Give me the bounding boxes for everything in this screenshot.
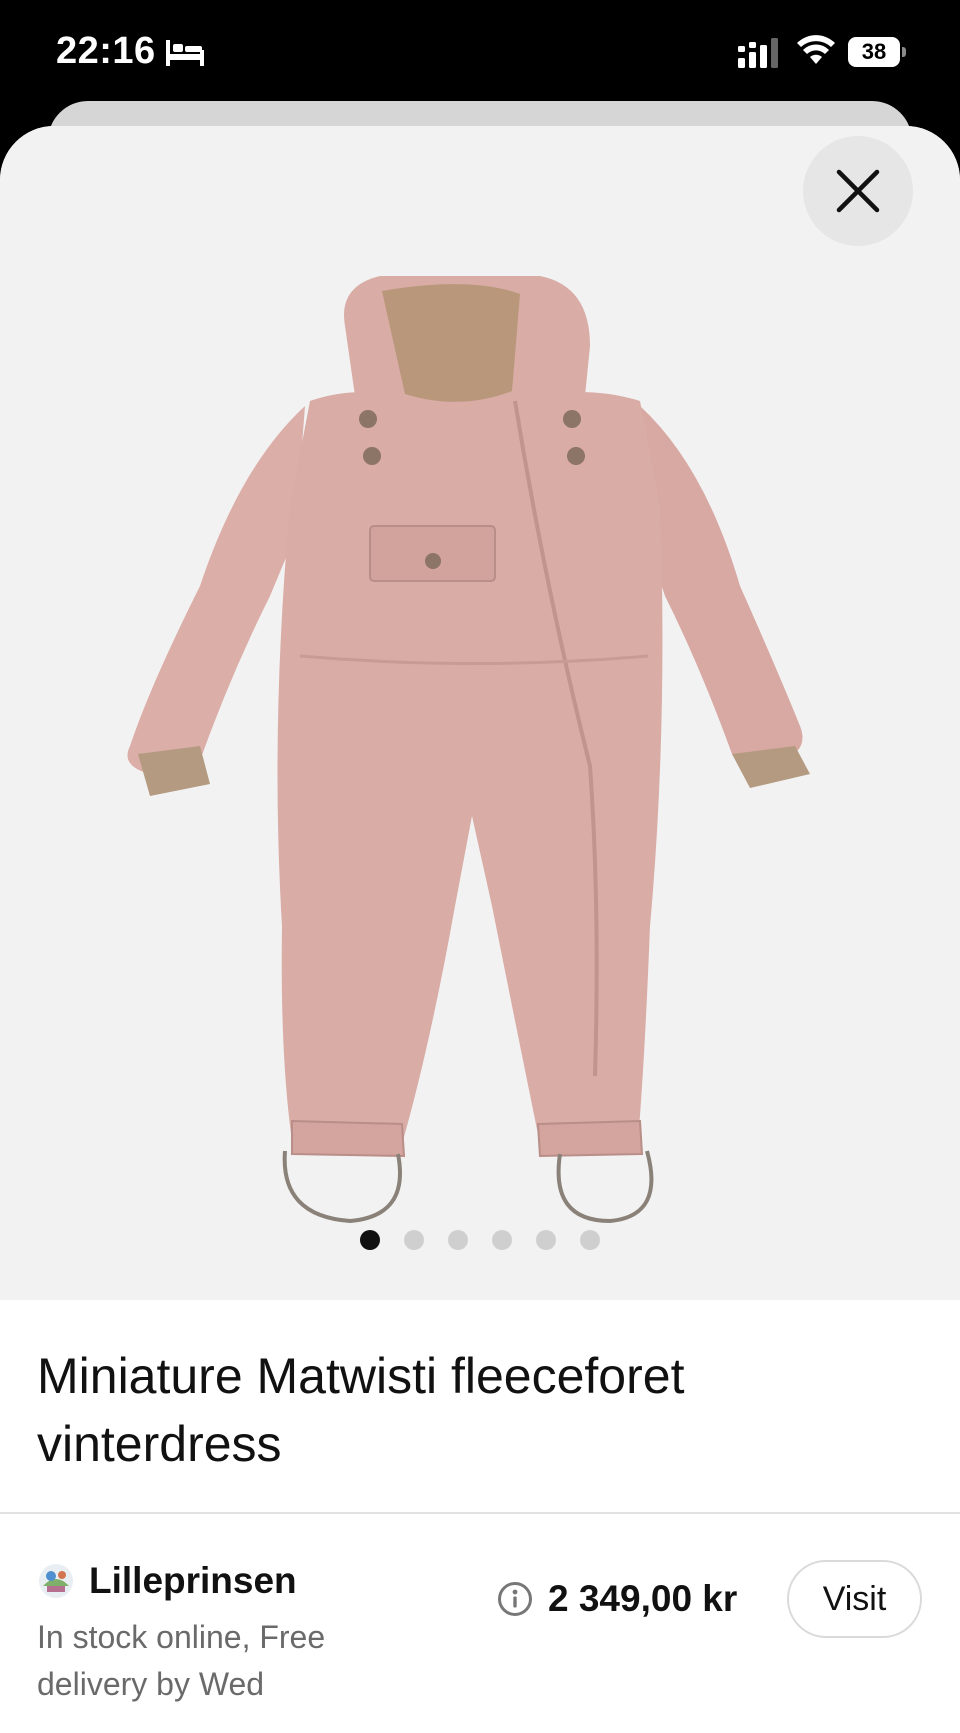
product-title: Miniature Matwisti fleeceforet vinterdre… xyxy=(37,1348,685,1472)
cellular-signal-icon xyxy=(738,38,778,68)
price: 2 349,00 kr xyxy=(548,1578,738,1619)
pager-dot[interactable] xyxy=(580,1230,600,1250)
divider xyxy=(0,1512,960,1514)
pager-dot[interactable] xyxy=(448,1230,468,1250)
battery-icon: 38 xyxy=(848,37,906,67)
pager-dot[interactable] xyxy=(536,1230,556,1250)
status-bar: 22:16 38 xyxy=(0,0,960,100)
close-button[interactable] xyxy=(803,136,913,246)
stock-status: In stock online, Free delivery by Wed xyxy=(37,1619,326,1702)
pager-dot[interactable] xyxy=(492,1230,512,1250)
pager-dot-active[interactable] xyxy=(360,1230,380,1250)
image-pager xyxy=(0,1230,960,1254)
battery-level: 38 xyxy=(848,37,900,67)
bed-icon xyxy=(166,40,204,66)
wifi-icon xyxy=(797,35,835,64)
status-time: 22:16 xyxy=(56,30,156,72)
merchant-logo-icon xyxy=(39,1564,73,1598)
battery-cap xyxy=(902,47,906,57)
product-sheet: Miniature Matwisti fleeceforet vinterdre… xyxy=(0,126,960,1733)
visit-button[interactable]: Visit xyxy=(787,1560,922,1638)
pink-winter-snowsuit-image xyxy=(127,276,810,1224)
merchant-name[interactable]: Lilleprinsen xyxy=(89,1560,297,1602)
close-icon xyxy=(836,169,880,213)
product-image-carousel[interactable] xyxy=(0,126,960,1300)
pager-dot[interactable] xyxy=(404,1230,424,1250)
info-icon[interactable] xyxy=(497,1581,533,1617)
